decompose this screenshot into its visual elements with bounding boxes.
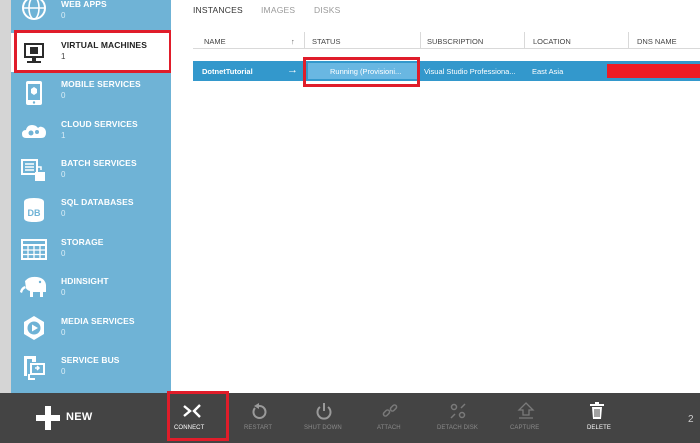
highlight-box-connect <box>167 391 229 441</box>
tab-instances[interactable]: INSTANCES <box>193 5 243 15</box>
sidebar-item-sql-databases[interactable]: DB SQL DATABASES 0 <box>11 190 171 229</box>
sidebar-item-count: 0 <box>61 328 66 337</box>
sidebar-item-storage[interactable]: STORAGE 0 <box>11 230 171 269</box>
svg-text:DB: DB <box>28 208 41 218</box>
sidebar-item-mobile-services[interactable]: MOBILE SERVICES 0 <box>11 72 171 111</box>
sidebar-item-label: CLOUD SERVICES <box>61 119 138 129</box>
capture-icon <box>517 402 535 419</box>
sidebar-item-count: 0 <box>61 209 66 218</box>
sidebar-item-count: 0 <box>61 249 66 258</box>
sidebar-item-count: 0 <box>61 170 66 179</box>
sidebar-item-label: BATCH SERVICES <box>61 158 137 168</box>
column-header-dns-name[interactable]: DNS NAME <box>637 37 677 46</box>
delete-button[interactable]: DELETE <box>578 393 618 443</box>
delete-label: DELETE <box>587 425 611 431</box>
sidebar-item-label: MEDIA SERVICES <box>61 316 135 326</box>
sidebar-item-label: SQL DATABASES <box>61 197 134 207</box>
column-header-name[interactable]: NAME <box>204 37 226 46</box>
plus-icon <box>36 406 60 430</box>
mobile-services-icon <box>26 81 42 105</box>
highlight-box-virtual-machines <box>14 30 172 73</box>
column-header-subscription[interactable]: SUBSCRIPTION <box>427 37 483 46</box>
trash-icon <box>590 402 604 419</box>
attach-icon <box>382 404 398 417</box>
detach-disk-icon <box>450 403 466 419</box>
sidebar-item-batch-services[interactable]: BATCH SERVICES 0 <box>11 151 171 190</box>
subscription-cell: Visual Studio Professiona... <box>424 67 516 76</box>
detach-disk-button[interactable]: DETACH DISK <box>433 393 483 443</box>
media-services-icon <box>24 316 44 340</box>
batch-services-icon <box>21 159 45 181</box>
sidebar-item-count: 0 <box>61 11 66 20</box>
power-icon <box>316 403 332 420</box>
row-arrow-icon[interactable]: → <box>287 64 298 76</box>
column-divider <box>420 32 421 49</box>
sidebar-item-label: HDINSIGHT <box>61 276 109 286</box>
hdinsight-icon <box>20 276 46 297</box>
sidebar-item-label: WEB APPS <box>61 0 107 9</box>
restart-button[interactable]: RESTART <box>238 393 282 443</box>
restart-icon <box>252 403 267 419</box>
storage-icon <box>21 239 47 260</box>
truncated-counter-text: 2 <box>688 414 694 425</box>
column-divider <box>304 32 305 49</box>
column-header-location[interactable]: LOCATION <box>533 37 571 46</box>
redaction-block <box>607 64 700 78</box>
tab-disks[interactable]: DISKS <box>314 5 341 15</box>
sidebar-item-count: 1 <box>61 131 66 140</box>
sidebar-item-label: MOBILE SERVICES <box>61 79 141 89</box>
capture-button[interactable]: CAPTURE <box>505 393 545 443</box>
main-content: INSTANCES IMAGES DISKS NAME ↑ STATUS SUB… <box>171 0 700 393</box>
sidebar-item-web-apps[interactable]: WEB APPS 0 <box>11 0 171 31</box>
attach-button[interactable]: ATTACH <box>370 393 410 443</box>
cloud-services-icon <box>22 125 46 138</box>
command-bar: NEW CONNECT RESTART SHUT DOWN ATTACH DET… <box>0 393 700 443</box>
sidebar-item-media-services[interactable]: MEDIA SERVICES 0 <box>11 309 171 348</box>
new-button-label: NEW <box>66 411 93 423</box>
sidebar-item-label: SERVICE BUS <box>61 355 120 365</box>
tab-images[interactable]: IMAGES <box>261 5 295 15</box>
capture-label: CAPTURE <box>510 425 540 431</box>
detach-disk-label: DETACH DISK <box>437 425 478 431</box>
sidebar-item-label: STORAGE <box>61 237 104 247</box>
left-edge-strip <box>0 0 11 393</box>
sidebar-item-service-bus[interactable]: SERVICE BUS 0 <box>11 348 171 387</box>
sidebar-item-count: 0 <box>61 367 66 376</box>
sidebar-item-count: 0 <box>61 288 66 297</box>
attach-label: ATTACH <box>377 425 401 431</box>
service-bus-icon <box>24 356 45 380</box>
highlight-box-status <box>303 57 420 87</box>
sidebar-item-hdinsight[interactable]: HDINSIGHT 0 <box>11 269 171 308</box>
shut-down-button[interactable]: SHUT DOWN <box>300 393 348 443</box>
table-header: NAME ↑ STATUS SUBSCRIPTION LOCATION DNS … <box>193 32 700 49</box>
column-header-status[interactable]: STATUS <box>312 37 340 46</box>
web-apps-icon <box>22 0 46 20</box>
column-divider <box>524 32 525 49</box>
table-row[interactable]: DotnetTutorial → Running (Provisioni... … <box>193 61 700 81</box>
sort-ascending-icon[interactable]: ↑ <box>291 37 295 46</box>
sidebar-item-cloud-services[interactable]: CLOUD SERVICES 1 <box>11 112 171 151</box>
sidebar-item-count: 0 <box>61 91 66 100</box>
location-cell: East Asia <box>532 67 564 76</box>
vm-name-cell[interactable]: DotnetTutorial <box>202 67 253 76</box>
shut-down-label: SHUT DOWN <box>304 425 342 431</box>
sql-databases-icon: DB <box>24 198 44 222</box>
restart-label: RESTART <box>244 425 273 431</box>
new-button[interactable]: NEW <box>0 393 160 443</box>
column-divider <box>628 32 629 49</box>
